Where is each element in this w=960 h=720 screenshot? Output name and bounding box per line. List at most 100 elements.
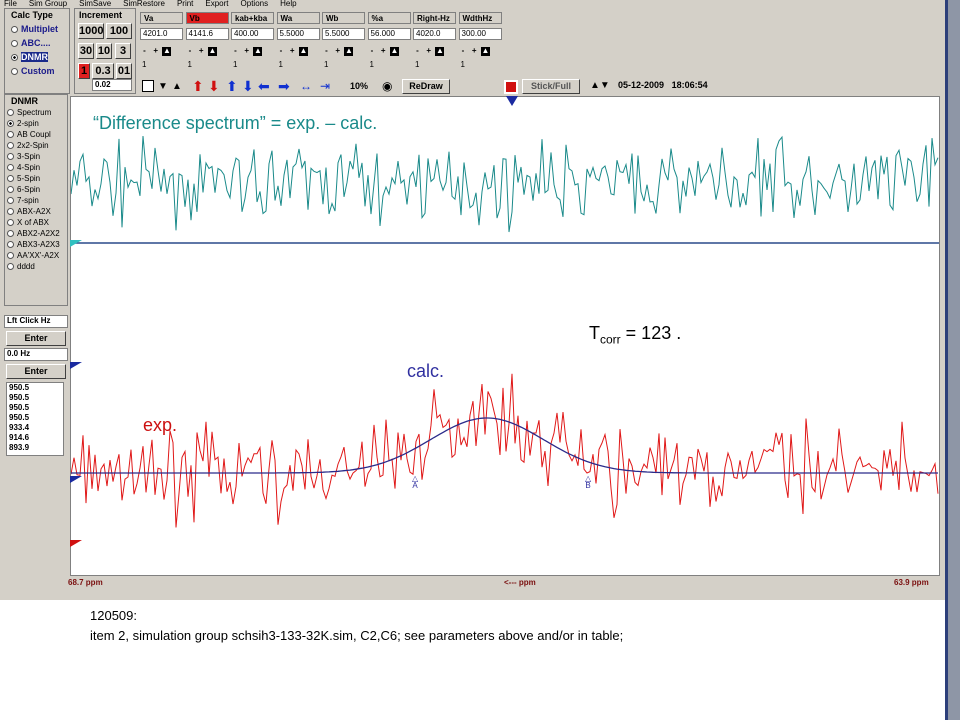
minus-icon[interactable]: -	[186, 47, 195, 56]
down-arrow-red-icon[interactable]: ⬇	[208, 78, 220, 95]
param-value-field[interactable]: 4020.0	[413, 28, 456, 40]
increment-button[interactable]: 100	[106, 23, 132, 39]
increment-value-field[interactable]: 0.02	[92, 79, 132, 91]
param-value-field[interactable]: 5.5000	[276, 28, 320, 40]
increment-button[interactable]: 30	[78, 43, 94, 59]
down-arrow-blue-icon[interactable]: ⬇	[242, 78, 254, 95]
peak-list-item[interactable]: 950.5	[9, 413, 63, 423]
marker-b[interactable]: △ B	[585, 475, 591, 490]
minus-icon[interactable]: -	[413, 47, 422, 56]
top-cursor-marker[interactable]	[506, 96, 518, 106]
target-icon[interactable]: ◉	[382, 79, 392, 93]
menu-item-0[interactable]: File	[4, 0, 17, 8]
increment-button[interactable]: 0.3	[92, 63, 114, 79]
calc-type-option[interactable]: Multiplet	[11, 22, 69, 36]
stepper-arrows-icon[interactable]: ▲	[389, 47, 399, 56]
param-value-field[interactable]: 4201.0	[140, 28, 183, 40]
radio-icon[interactable]	[7, 174, 14, 182]
stepper-arrows-icon[interactable]: ▲	[435, 47, 445, 56]
dnmr-option[interactable]: 2-spin	[7, 118, 67, 129]
dnmr-option[interactable]: AA'XX'-A2X	[7, 250, 67, 261]
minus-icon[interactable]: -	[140, 47, 149, 56]
radio-icon[interactable]	[11, 39, 18, 47]
updown-icon[interactable]: ▲▼	[590, 80, 610, 91]
dnmr-option[interactable]: 2x2-Spin	[7, 140, 67, 151]
dnmr-option[interactable]: AB Coupl	[7, 129, 67, 140]
increment-button[interactable]: 1	[78, 63, 90, 79]
stepper-arrows-icon[interactable]: ▲	[344, 47, 354, 56]
calc-type-option[interactable]: Custom	[11, 64, 69, 78]
calc-offset-marker[interactable]	[70, 362, 82, 369]
radio-icon[interactable]	[7, 196, 14, 204]
left-arrow-icon[interactable]: ⬅	[258, 78, 270, 95]
minus-icon[interactable]: -	[231, 47, 240, 56]
stepper-arrows-icon[interactable]: ▲	[253, 47, 263, 56]
marker-a[interactable]: △ A	[412, 475, 418, 490]
dnmr-option[interactable]: Spectrum	[7, 107, 67, 118]
radio-icon[interactable]	[7, 218, 14, 226]
dnmr-option[interactable]: dddd	[7, 261, 67, 272]
plus-icon[interactable]: +	[288, 47, 297, 56]
radio-icon[interactable]	[7, 163, 14, 171]
radio-icon[interactable]	[7, 185, 14, 193]
radio-icon[interactable]	[7, 262, 14, 270]
param-value-field[interactable]: 400.00	[231, 28, 274, 40]
plus-icon[interactable]: +	[424, 47, 433, 56]
radio-icon[interactable]	[7, 207, 14, 215]
expand-icon[interactable]: ↔	[300, 79, 312, 93]
stepper-arrows-icon[interactable]: ▲	[480, 47, 490, 56]
radio-icon[interactable]	[11, 67, 18, 75]
window-scrollbar[interactable]	[948, 0, 960, 720]
dnmr-option[interactable]: X of ABX	[7, 217, 67, 228]
spectrum-plot[interactable]: “Difference spectrum” = exp. – calc. Tco…	[70, 96, 940, 576]
dnmr-option[interactable]: 6-Spin	[7, 184, 67, 195]
plus-icon[interactable]: +	[197, 47, 206, 56]
dnmr-option[interactable]: 3-Spin	[7, 151, 67, 162]
right-arrow-icon[interactable]: ➡	[278, 78, 290, 95]
zoom-label[interactable]: 10%	[350, 81, 368, 91]
dnmr-option[interactable]: 7-spin	[7, 195, 67, 206]
dnmr-option[interactable]: 4-Spin	[7, 162, 67, 173]
compress-icon[interactable]: ⇥	[320, 79, 330, 93]
radio-icon[interactable]	[7, 108, 14, 116]
minus-icon[interactable]: -	[277, 47, 286, 56]
up-arrow-blue-icon[interactable]: ⬆	[226, 78, 238, 95]
increment-button[interactable]: 10	[96, 43, 112, 59]
increment-button[interactable]: 1000	[78, 23, 104, 39]
down-small-icon[interactable]: ▼	[158, 81, 168, 92]
plus-icon[interactable]: +	[470, 47, 479, 56]
stop-icon[interactable]	[504, 80, 518, 94]
dnmr-option[interactable]: ABX3-A2X3	[7, 239, 67, 250]
radio-icon[interactable]	[11, 53, 18, 61]
peak-list-item[interactable]: 950.5	[9, 393, 63, 403]
minus-icon[interactable]: -	[368, 47, 377, 56]
diff-offset-marker[interactable]	[70, 240, 82, 247]
radio-icon[interactable]	[7, 251, 14, 259]
param-value-field[interactable]: 5.5000	[322, 28, 365, 40]
peak-list[interactable]: 950.5 950.5 950.5 950.5 933.4 914.6 893.9	[6, 382, 64, 456]
enter-button-1[interactable]: Enter	[6, 331, 66, 346]
red-offset-marker[interactable]	[70, 540, 82, 547]
plus-icon[interactable]: +	[333, 47, 342, 56]
radio-icon[interactable]	[7, 240, 14, 248]
plus-icon[interactable]: +	[151, 47, 160, 56]
radio-icon[interactable]	[7, 130, 14, 138]
hz-value-field[interactable]: 0.0 Hz	[4, 348, 68, 361]
radio-icon[interactable]	[7, 119, 14, 127]
stepper-arrows-icon[interactable]: ▲	[162, 47, 172, 56]
stick-full-button[interactable]: Stick/Full	[522, 79, 580, 94]
radio-icon[interactable]	[7, 229, 14, 237]
dnmr-option[interactable]: 5-Spin	[7, 173, 67, 184]
increment-button[interactable]: 3	[115, 43, 131, 59]
stepper-arrows-icon[interactable]: ▲	[207, 47, 217, 56]
calc-type-option[interactable]: ABC....	[11, 36, 69, 50]
up-small-icon[interactable]: ▲	[172, 81, 182, 92]
radio-icon[interactable]	[7, 141, 14, 149]
param-value-field[interactable]: 56.000	[367, 28, 411, 40]
minus-icon[interactable]: -	[459, 47, 468, 56]
exp-offset-marker[interactable]	[70, 476, 82, 483]
dnmr-option[interactable]: ABX-A2X	[7, 206, 67, 217]
peak-list-item[interactable]: 950.5	[9, 383, 63, 393]
peak-list-item[interactable]: 950.5	[9, 403, 63, 413]
dnmr-option[interactable]: ABX2-A2X2	[7, 228, 67, 239]
